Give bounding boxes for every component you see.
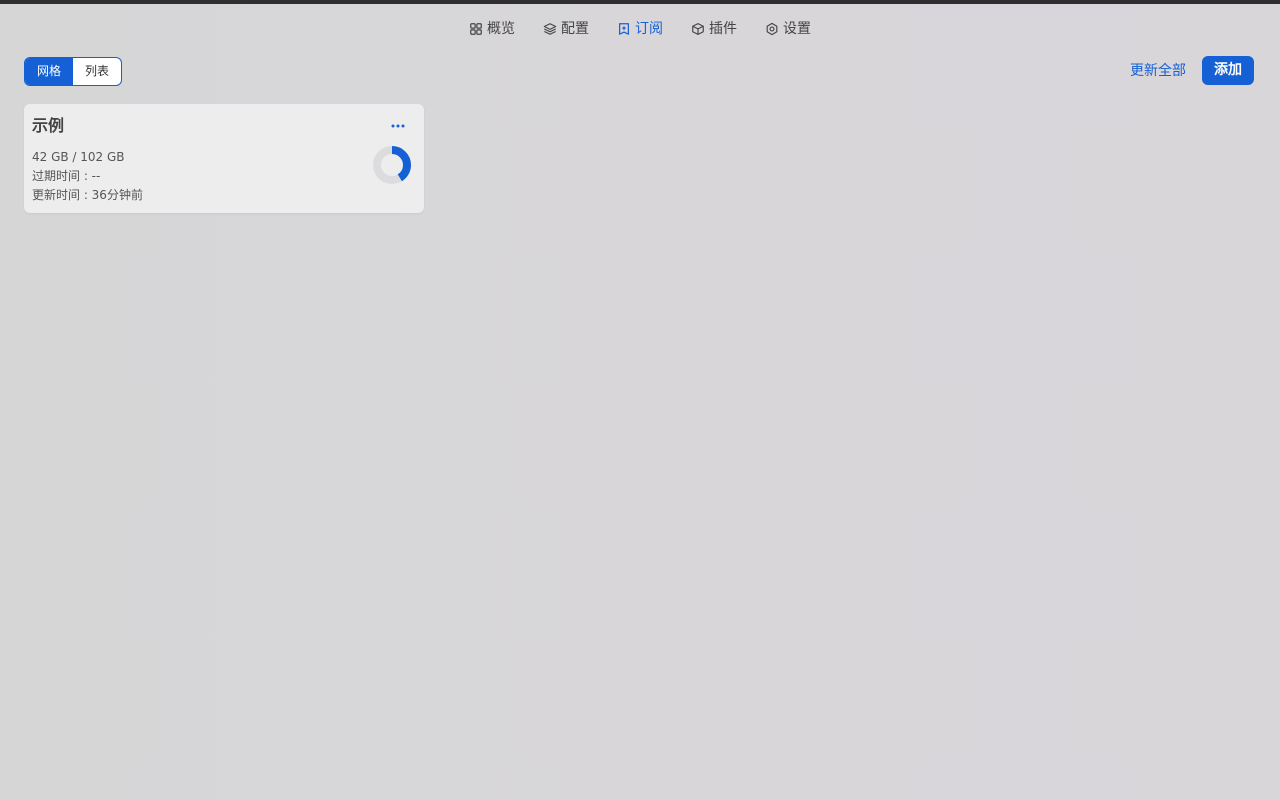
subscription-icon <box>619 23 629 35</box>
usage-text: 42 GB / 102 GB <box>32 150 125 164</box>
nav-item-label: 概览 <box>487 21 515 37</box>
nav-item-subscriptions[interactable]: 订阅 <box>603 18 677 40</box>
grid-icon <box>470 23 482 35</box>
nav-item-overview[interactable]: 概览 <box>455 18 529 40</box>
view-mode-toggle: 网格 列表 <box>24 57 123 86</box>
nav-item-plugins[interactable]: 插件 <box>677 18 751 40</box>
updated-text: 更新时间 : 36分钟前 <box>32 188 143 202</box>
main-nav: 概览 配置 订阅 插件 设置 <box>0 18 1280 40</box>
expire-text: 过期时间 : -- <box>32 169 101 183</box>
window-top-border <box>0 0 1280 4</box>
list-view-button[interactable]: 列表 <box>73 58 121 85</box>
usage-donut <box>373 146 411 184</box>
subscription-name: 示例 <box>32 116 65 135</box>
layers-icon <box>543 23 557 35</box>
more-options-icon[interactable] <box>388 118 408 134</box>
grid-view-button[interactable]: 网格 <box>25 58 74 85</box>
cube-icon <box>692 23 704 35</box>
nav-item-profiles[interactable]: 配置 <box>529 18 603 40</box>
nav-item-label: 插件 <box>709 21 737 37</box>
nav-item-settings[interactable]: 设置 <box>751 18 825 40</box>
nav-item-label: 配置 <box>561 21 589 37</box>
nav-item-label: 设置 <box>783 21 811 37</box>
update-all-button[interactable]: 更新全部 <box>1130 61 1186 81</box>
add-button[interactable]: 添加 <box>1202 56 1254 85</box>
nav-item-label: 订阅 <box>635 21 663 37</box>
gear-icon <box>766 22 778 36</box>
subscription-card[interactable]: 示例 42 GB / 102 GB 过期时间 : -- 更新时间 : 36分钟前 <box>24 104 424 213</box>
